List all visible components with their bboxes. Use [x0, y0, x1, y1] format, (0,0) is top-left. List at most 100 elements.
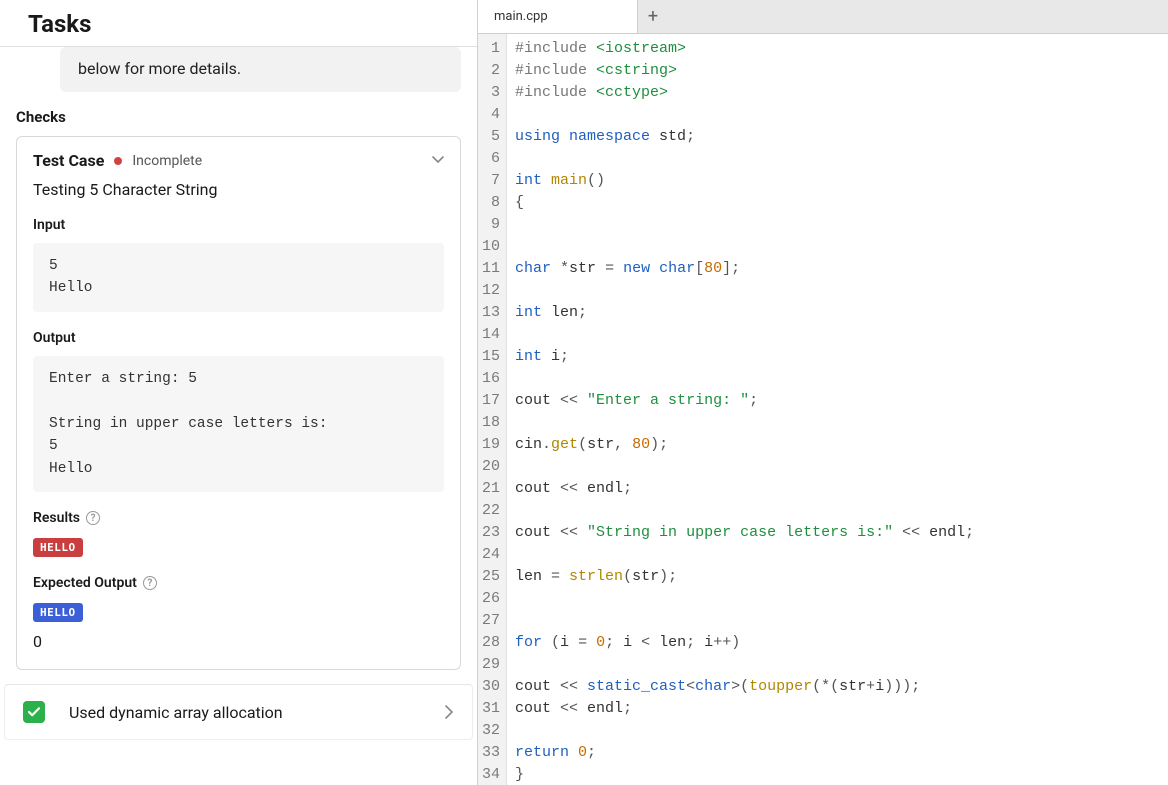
line-number: 17: [482, 390, 500, 412]
code-line[interactable]: cout << endl;: [515, 698, 974, 720]
code-line[interactable]: len = strlen(str);: [515, 566, 974, 588]
code-line[interactable]: [515, 654, 974, 676]
code-line[interactable]: {: [515, 192, 974, 214]
code-line[interactable]: int main(): [515, 170, 974, 192]
status-text: Incomplete: [132, 153, 202, 169]
line-number: 28: [482, 632, 500, 654]
line-number: 10: [482, 236, 500, 258]
code-line[interactable]: }: [515, 764, 974, 785]
tab-label: main.cpp: [494, 9, 548, 24]
code-line[interactable]: cout << "String in upper case letters is…: [515, 522, 974, 544]
line-number: 7: [482, 170, 500, 192]
test-subtitle: Testing 5 Character String: [33, 180, 444, 199]
line-number: 8: [482, 192, 500, 214]
results-badge: HELLO: [33, 538, 83, 557]
code-line[interactable]: [515, 456, 974, 478]
status-dot-icon: [114, 157, 122, 165]
test-case-label: Test Case: [33, 151, 104, 170]
line-number: 31: [482, 698, 500, 720]
test-case-card: Test Case Incomplete Testing 5 Character…: [16, 136, 461, 670]
expected-label-text: Expected Output: [33, 575, 137, 591]
line-number: 30: [482, 676, 500, 698]
line-number: 21: [482, 478, 500, 500]
editor-panel: main.cpp + 12345678910111213141516171819…: [478, 0, 1168, 785]
line-number: 4: [482, 104, 500, 126]
tasks-scroll-area[interactable]: below for more details. Checks Test Case…: [0, 47, 477, 785]
extra-zero: 0: [33, 632, 444, 651]
tab-main-cpp[interactable]: main.cpp: [478, 0, 638, 33]
footer-check-item[interactable]: Used dynamic array allocation: [4, 684, 473, 740]
output-block: Enter a string: 5 String in upper case l…: [33, 356, 444, 492]
chevron-down-icon[interactable]: [430, 151, 446, 167]
line-number: 19: [482, 434, 500, 456]
line-number: 15: [482, 346, 500, 368]
code-line[interactable]: [515, 412, 974, 434]
line-number: 29: [482, 654, 500, 676]
expected-badge: HELLO: [33, 603, 83, 622]
info-box: below for more details.: [60, 47, 461, 92]
code-line[interactable]: return 0;: [515, 742, 974, 764]
line-number: 11: [482, 258, 500, 280]
code-line[interactable]: [515, 214, 974, 236]
line-number: 12: [482, 280, 500, 302]
checks-heading: Checks: [16, 108, 461, 126]
line-number: 32: [482, 720, 500, 742]
results-label-text: Results: [33, 510, 80, 526]
test-case-header[interactable]: Test Case Incomplete: [33, 151, 444, 170]
footer-check-text: Used dynamic array allocation: [59, 703, 430, 722]
line-number: 22: [482, 500, 500, 522]
code-line[interactable]: [515, 236, 974, 258]
line-number: 25: [482, 566, 500, 588]
code-line[interactable]: #include <iostream>: [515, 38, 974, 60]
code-line[interactable]: int i;: [515, 346, 974, 368]
tasks-header: Tasks: [0, 0, 477, 47]
code-editor[interactable]: 1234567891011121314151617181920212223242…: [478, 34, 1168, 785]
code-line[interactable]: cin.get(str, 80);: [515, 434, 974, 456]
code-line[interactable]: char *str = new char[80];: [515, 258, 974, 280]
code-line[interactable]: [515, 720, 974, 742]
tab-bar: main.cpp +: [478, 0, 1168, 34]
add-tab-button[interactable]: +: [638, 0, 668, 33]
line-number: 23: [482, 522, 500, 544]
check-icon: [23, 701, 45, 723]
input-block: 5 Hello: [33, 243, 444, 312]
code-line[interactable]: cout << "Enter a string: ";: [515, 390, 974, 412]
code-line[interactable]: #include <cstring>: [515, 60, 974, 82]
code-line[interactable]: [515, 610, 974, 632]
code-line[interactable]: [515, 544, 974, 566]
code-line[interactable]: [515, 324, 974, 346]
line-number: 24: [482, 544, 500, 566]
code-line[interactable]: #include <cctype>: [515, 82, 974, 104]
output-label: Output: [33, 330, 444, 346]
help-icon[interactable]: ?: [86, 511, 100, 525]
input-label: Input: [33, 217, 444, 233]
code-line[interactable]: using namespace std;: [515, 126, 974, 148]
code-line[interactable]: [515, 368, 974, 390]
code-line[interactable]: cout << endl;: [515, 478, 974, 500]
results-label: Results ?: [33, 510, 444, 526]
line-number: 33: [482, 742, 500, 764]
line-number: 34: [482, 764, 500, 785]
line-number: 9: [482, 214, 500, 236]
code-line[interactable]: int len;: [515, 302, 974, 324]
help-icon[interactable]: ?: [143, 576, 157, 590]
code-line[interactable]: [515, 500, 974, 522]
line-number: 5: [482, 126, 500, 148]
code-line[interactable]: [515, 148, 974, 170]
code-line[interactable]: [515, 104, 974, 126]
line-number: 1: [482, 38, 500, 60]
line-number: 14: [482, 324, 500, 346]
code-content[interactable]: #include <iostream>#include <cstring>#in…: [507, 34, 982, 785]
plus-icon: +: [648, 6, 658, 27]
code-line[interactable]: [515, 280, 974, 302]
line-number: 3: [482, 82, 500, 104]
code-line[interactable]: for (i = 0; i < len; i++): [515, 632, 974, 654]
line-number: 13: [482, 302, 500, 324]
tasks-panel: Tasks below for more details. Checks Tes…: [0, 0, 478, 785]
line-number: 2: [482, 60, 500, 82]
code-line[interactable]: [515, 588, 974, 610]
line-gutter: 1234567891011121314151617181920212223242…: [478, 34, 507, 785]
code-line[interactable]: cout << static_cast<char>(toupper(*(str+…: [515, 676, 974, 698]
line-number: 6: [482, 148, 500, 170]
line-number: 20: [482, 456, 500, 478]
